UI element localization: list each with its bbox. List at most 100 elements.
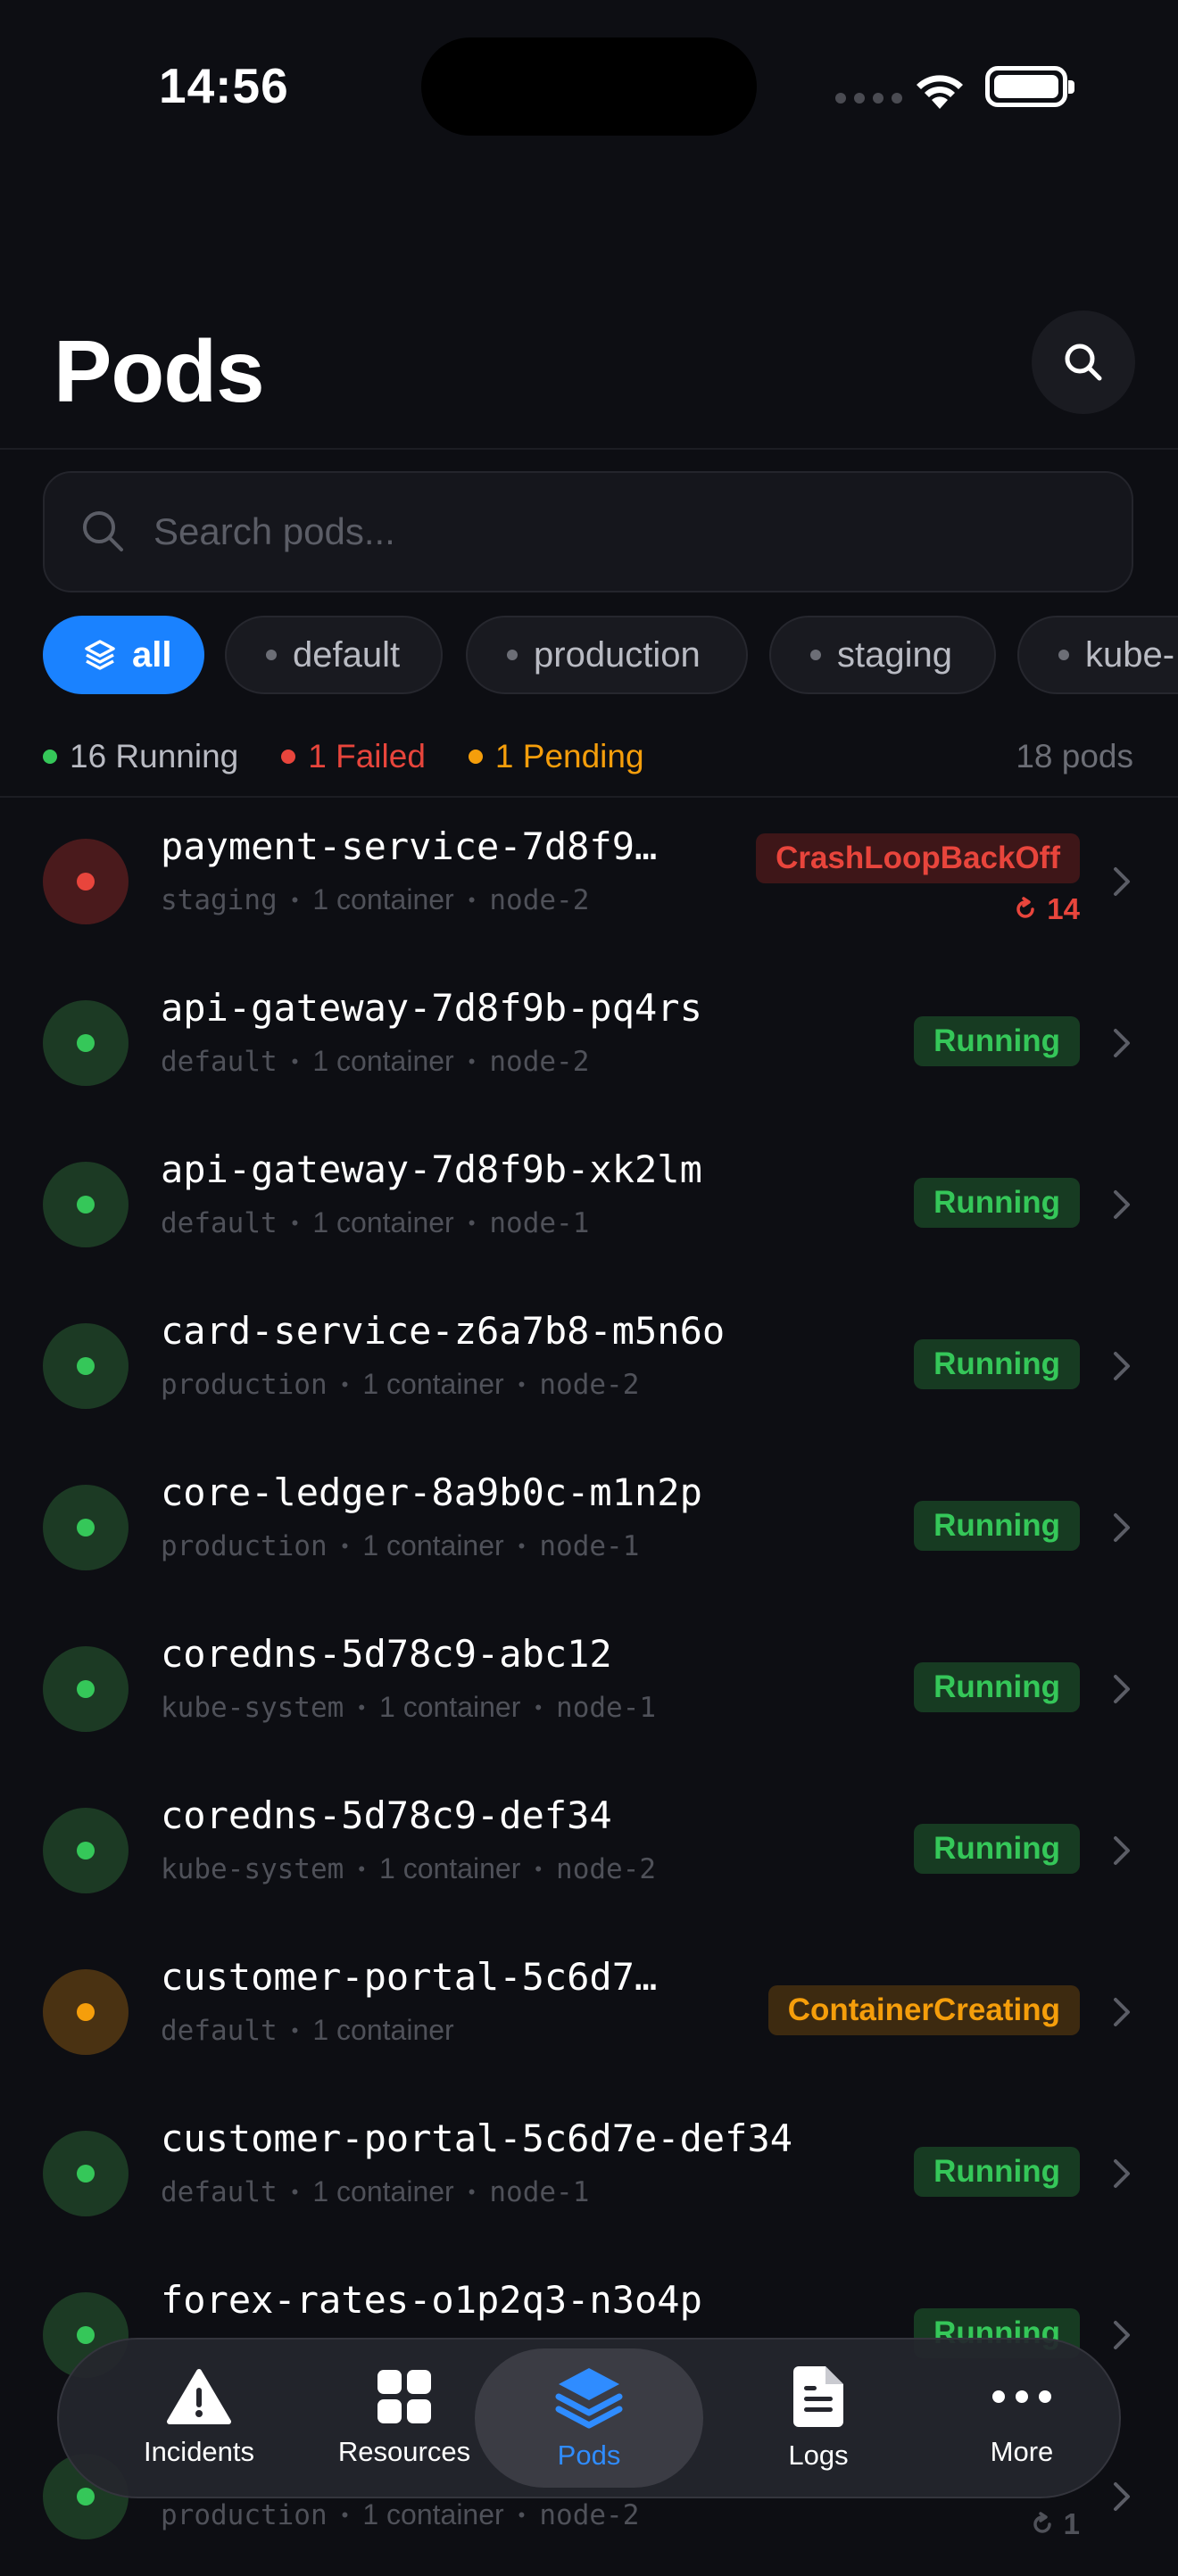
namespace-filter-bar: all default production staging kube- bbox=[43, 616, 1178, 696]
restart-icon bbox=[1033, 2512, 1051, 2533]
meta-separator: • bbox=[535, 1857, 543, 1880]
chevron-right-icon bbox=[1114, 867, 1130, 896]
running-count-label: 16 Running bbox=[70, 738, 239, 774]
pod-name: api-gateway-7d8f9b-xk2lm bbox=[161, 1147, 702, 1191]
pod-status-badge: Running bbox=[914, 1339, 1080, 1389]
pod-node: node-2 bbox=[556, 1852, 657, 1885]
search-input[interactable] bbox=[152, 509, 1048, 554]
restart-icon bbox=[1016, 897, 1035, 918]
pod-row[interactable]: core-ledger-8a9b0c-m1n2p production • 1 con… bbox=[0, 1445, 1178, 1607]
pod-row[interactable]: api-gateway-7d8f9b-pq4rs default • 1 contai… bbox=[0, 961, 1178, 1122]
filter-chip-production[interactable]: production bbox=[466, 616, 748, 694]
pod-row[interactable]: payment-service-7d8f9… staging • 1 containe… bbox=[0, 799, 1178, 961]
pod-container-count: 1 container bbox=[362, 2498, 504, 2530]
meta-separator: • bbox=[468, 1049, 476, 1073]
pod-status-badge: CrashLoopBackOff bbox=[756, 833, 1080, 883]
pod-status-indicator bbox=[43, 1000, 129, 1086]
chip-dot bbox=[810, 650, 821, 660]
filter-chip-label: default bbox=[293, 634, 401, 675]
meta-separator: • bbox=[518, 1534, 526, 1557]
page-title: Pods bbox=[54, 322, 265, 420]
tab-more[interactable]: More bbox=[919, 2340, 1124, 2497]
status-time: 14:56 bbox=[159, 58, 289, 113]
status-dot bbox=[77, 873, 95, 890]
total-pod-count: 18 pods bbox=[1016, 738, 1133, 774]
status-dot bbox=[77, 2003, 95, 2021]
meta-separator: • bbox=[518, 2503, 526, 2526]
filter-chip-label: kube- bbox=[1085, 634, 1175, 675]
pod-status-indicator bbox=[43, 1323, 129, 1409]
meta-separator: • bbox=[291, 2018, 299, 2042]
pod-name: coredns-5d78c9-def34 bbox=[161, 1793, 612, 1837]
pod-row[interactable]: customer-portal-5c6d7… default • 1 containe… bbox=[0, 1930, 1178, 2091]
restart-count-value: 14 bbox=[1047, 892, 1080, 925]
search-icon bbox=[83, 511, 123, 551]
pod-node: node-1 bbox=[556, 1691, 657, 1724]
pod-container-count: 1 container bbox=[379, 1691, 521, 1723]
pod-name: customer-portal-5c6d7… bbox=[161, 1955, 658, 1999]
meta-separator: • bbox=[291, 2180, 299, 2203]
pod-status-indicator bbox=[43, 839, 129, 924]
tab-label: Pods bbox=[557, 2439, 621, 2471]
filter-chip-default[interactable]: default bbox=[225, 616, 443, 694]
chevron-right-icon bbox=[1114, 2159, 1130, 2188]
chevron-right-icon bbox=[1114, 1190, 1130, 1219]
meta-separator: • bbox=[341, 1372, 349, 1396]
pod-node: node-1 bbox=[539, 1529, 640, 1562]
pod-status-badge: Running bbox=[914, 1501, 1080, 1551]
meta-separator: • bbox=[518, 1372, 526, 1396]
pod-container-count: 1 container bbox=[312, 883, 454, 915]
pod-status-badge: Running bbox=[914, 1824, 1080, 1874]
pod-meta: default • 1 container • node-1 bbox=[161, 1206, 589, 1239]
dynamic-island bbox=[421, 37, 757, 136]
pod-status-indicator bbox=[43, 1969, 129, 2055]
pod-status-indicator bbox=[43, 1485, 129, 1570]
pod-container-count: 1 container bbox=[312, 1045, 454, 1077]
list-divider bbox=[0, 796, 1178, 798]
pod-status-badge: ContainerCreating bbox=[767, 1985, 1080, 2035]
pod-row[interactable]: coredns-5d78c9-abc12 kube-system • 1 contai… bbox=[0, 1607, 1178, 1768]
tab-pods[interactable]: Pods bbox=[475, 2348, 703, 2488]
pod-row[interactable]: coredns-5d78c9-def34 kube-system • 1 contai… bbox=[0, 1768, 1178, 1930]
pod-status-summary: 16 Running 1 Failed 1 Pending 18 pods bbox=[43, 735, 1133, 778]
status-bar: 14:56 bbox=[0, 0, 1178, 178]
chevron-right-icon bbox=[1114, 1998, 1130, 2026]
grid-icon bbox=[377, 2370, 431, 2423]
pod-row[interactable]: customer-portal-5c6d7e-def34 default • 1 co… bbox=[0, 2091, 1178, 2253]
tab-logs[interactable]: Logs bbox=[716, 2340, 921, 2497]
chevron-right-icon bbox=[1114, 1513, 1130, 1542]
pod-row[interactable]: card-service-z6a7b8-m5n6o production • 1 co… bbox=[0, 1284, 1178, 1445]
pod-name: core-ledger-8a9b0c-m1n2p bbox=[161, 1470, 702, 1514]
pod-meta: kube-system • 1 container • node-1 bbox=[161, 1691, 656, 1724]
meta-separator: • bbox=[468, 1211, 476, 1234]
tab-bar: Incidents Resources Pods Logs More bbox=[57, 2338, 1121, 2498]
pod-namespace: kube-system bbox=[161, 1691, 344, 1724]
pod-namespace: kube-system bbox=[161, 1852, 344, 1885]
search-icon bbox=[1065, 344, 1102, 381]
pod-node: node-2 bbox=[539, 2498, 640, 2531]
pod-status-indicator bbox=[43, 1646, 129, 1732]
pod-status-badge: Running bbox=[914, 1662, 1080, 1712]
meta-separator: • bbox=[468, 888, 476, 911]
pod-container-count: 1 container bbox=[312, 1206, 454, 1238]
search-button[interactable] bbox=[1032, 311, 1135, 414]
tab-incidents[interactable]: Incidents bbox=[96, 2340, 302, 2497]
filter-chip-kube-system[interactable]: kube- bbox=[1017, 616, 1178, 694]
status-dot bbox=[77, 2326, 95, 2344]
meta-separator: • bbox=[341, 2503, 349, 2526]
filter-chip-all[interactable]: all bbox=[43, 616, 204, 694]
restart-count: 14 bbox=[1013, 892, 1080, 926]
chevron-right-icon bbox=[1114, 1352, 1130, 1380]
search-field[interactable] bbox=[43, 471, 1133, 592]
meta-separator: • bbox=[291, 1049, 299, 1073]
filter-chip-staging[interactable]: staging bbox=[769, 616, 996, 694]
pending-count: 1 Pending bbox=[468, 738, 644, 775]
pod-name: payment-service-7d8f9… bbox=[161, 824, 658, 868]
pod-status-badge: Running bbox=[914, 1178, 1080, 1228]
pod-name: api-gateway-7d8f9b-pq4rs bbox=[161, 986, 702, 1030]
more-icon bbox=[992, 2390, 1051, 2403]
header-divider bbox=[0, 448, 1178, 450]
status-dot bbox=[77, 1519, 95, 1536]
pod-row[interactable]: api-gateway-7d8f9b-xk2lm default • 1 contai… bbox=[0, 1122, 1178, 1284]
document-icon bbox=[793, 2366, 843, 2427]
